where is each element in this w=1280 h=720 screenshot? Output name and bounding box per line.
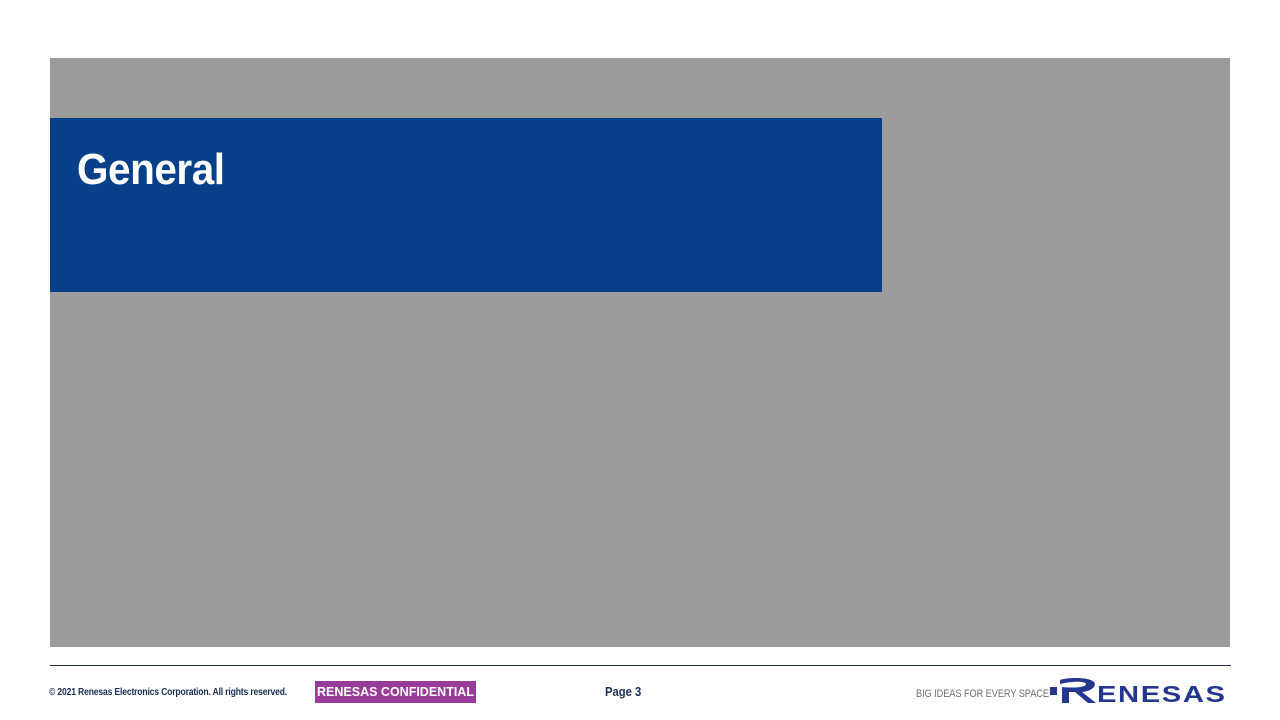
slide-title: General xyxy=(77,145,225,194)
page-number: Page 3 xyxy=(605,685,642,699)
renesas-logo: ENESAS xyxy=(1050,677,1227,706)
company-tagline: BIG IDEAS FOR EVERY SPACE xyxy=(916,688,1049,700)
copyright-text: © 2021 Renesas Electronics Corporation. … xyxy=(49,687,288,698)
title-banner: General xyxy=(50,118,882,292)
svg-text:ENESAS: ENESAS xyxy=(1097,681,1227,706)
confidential-badge: RENESAS CONFIDENTIAL xyxy=(315,681,476,703)
slide: General © 2021 Renesas Electronics Corpo… xyxy=(0,0,1280,720)
footer-divider xyxy=(50,665,1231,666)
